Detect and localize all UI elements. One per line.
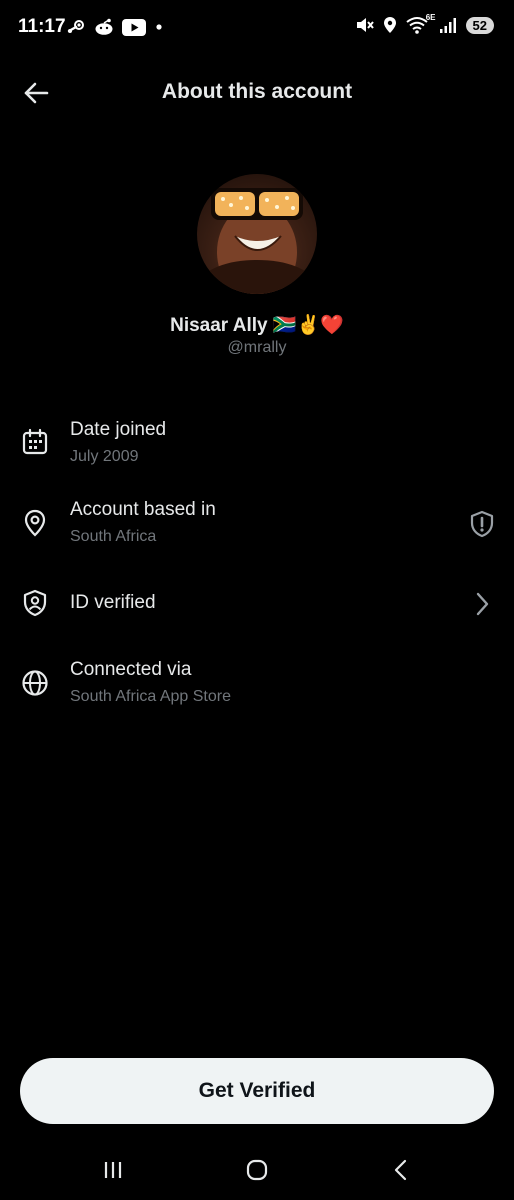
nav-back-button[interactable] [377, 1152, 425, 1188]
top-app-bar: About this account [0, 70, 514, 116]
chevron-right-icon [476, 592, 489, 616]
shield-alert-icon[interactable] [468, 510, 496, 538]
battery-indicator: 52 [465, 16, 494, 34]
info-label-date-joined: Date joined [70, 419, 167, 440]
globe-icon [22, 670, 48, 696]
avatar[interactable] [197, 174, 317, 294]
home-button[interactable] [233, 1152, 281, 1188]
username-handle: @mrally [227, 339, 287, 356]
mute-icon [356, 18, 374, 32]
system-nav-bar [0, 1140, 514, 1200]
signal-icon [439, 18, 456, 33]
youtube-icon [122, 18, 146, 36]
info-value-date-joined: July 2009 [70, 448, 139, 465]
info-row-id-verified[interactable]: ID verified [0, 574, 514, 644]
display-name: Nisaar Ally 🇿🇦✌️❤️ [170, 315, 344, 336]
get-verified-button[interactable]: Get Verified [20, 1058, 494, 1124]
status-right-icons: 6E 52 [354, 13, 494, 34]
info-label-connected-via: Connected via [70, 659, 192, 680]
calendar-icon [22, 428, 48, 455]
reddit-icon [95, 18, 113, 35]
status-left-icons [66, 18, 164, 36]
wifi-6e-icon: 6E [405, 13, 436, 34]
info-label-account-based-in: Account based in [70, 499, 216, 520]
page-title: About this account [161, 80, 353, 103]
recent-apps-button[interactable] [89, 1152, 137, 1188]
info-value-account-based-in: South Africa [70, 528, 157, 545]
back-icon [394, 1159, 407, 1181]
status-bar: 11:17 6E 52 [0, 0, 514, 60]
recent-apps-icon [104, 1162, 122, 1178]
info-row-connected-via: Connected via South Africa App Store [0, 654, 514, 724]
network-label: 6E [425, 13, 436, 22]
location-pin-icon [24, 509, 46, 537]
home-icon [246, 1159, 268, 1181]
shield-person-icon [23, 589, 47, 617]
info-value-connected-via: South Africa App Store [70, 688, 231, 705]
info-label-id-verified: ID verified [70, 592, 156, 613]
info-row-date-joined: Date joined July 2009 [0, 414, 514, 484]
info-row-account-based-in: Account based in South Africa [0, 494, 514, 564]
notification-dot-icon [156, 24, 162, 30]
location-icon [383, 17, 396, 33]
steam-icon [67, 20, 84, 33]
status-time: 11:17 [18, 16, 66, 37]
